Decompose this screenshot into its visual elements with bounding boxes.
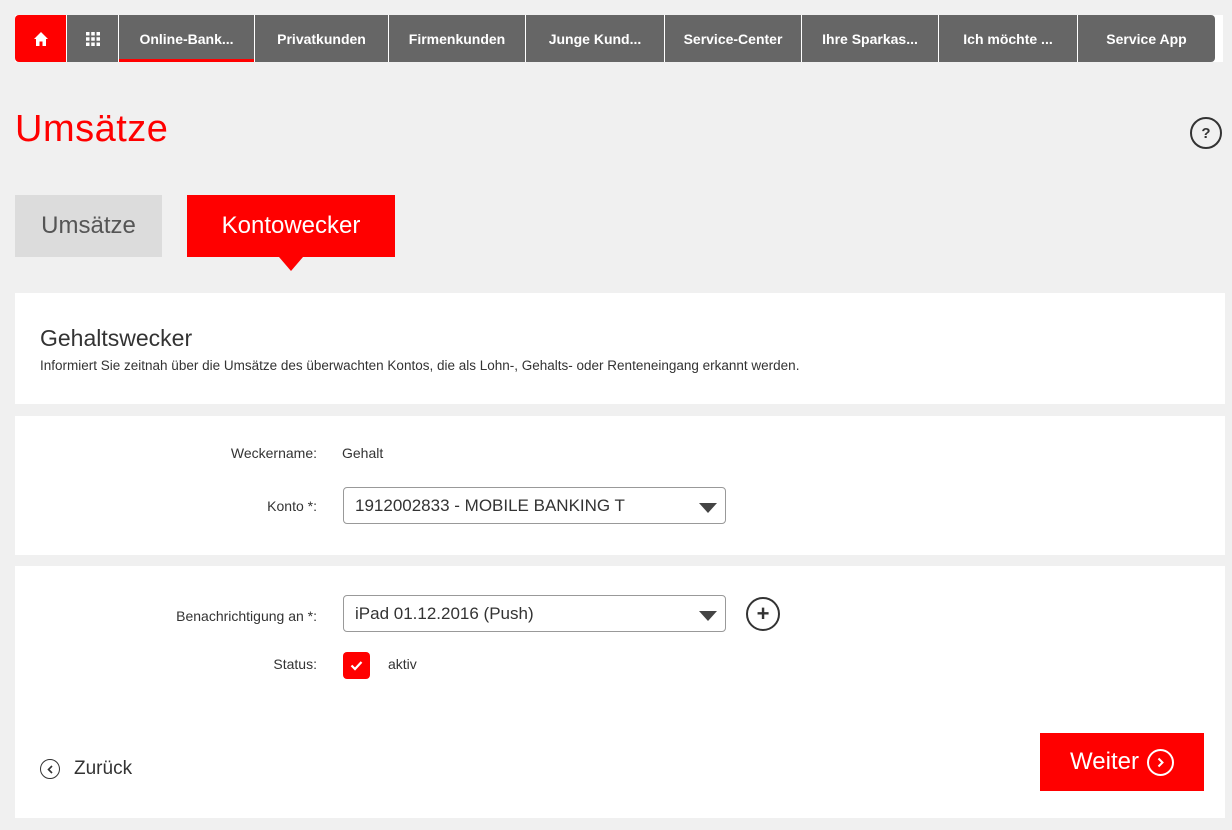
nav-item-ich-moechte[interactable]: Ich möchte ... [939,15,1078,62]
grid-icon [85,31,100,46]
back-label: Zurück [74,758,133,779]
next-button[interactable]: Weiter [1040,733,1204,791]
info-panel: Gehaltswecker Informiert Sie zeitnah übe… [15,293,1225,404]
weckername-value: Gehalt [342,445,384,461]
nav-item-label: Service App [1106,30,1187,47]
konto-select-value: 1912002833 - MOBILE BANKING T [355,495,625,515]
section-description: Informiert Sie zeitnah über die Umsätze … [40,358,800,373]
nav-item-junge-kunden[interactable]: Junge Kund... [526,15,665,62]
tab-label: Umsätze [41,212,136,239]
konto-select[interactable]: 1912002833 - MOBILE BANKING T [343,487,726,524]
nav-item-service-center[interactable]: Service-Center [665,15,802,62]
konto-label: Konto *: [267,498,317,514]
tab-label: Kontowecker [221,212,361,239]
chevron-left-circle-icon [40,759,60,779]
section-title: Gehaltswecker [40,325,193,351]
home-button[interactable] [15,15,67,62]
chevron-down-icon [699,503,717,513]
account-fields-panel: Weckername: Gehalt Konto *: 1912002833 -… [15,416,1225,555]
nav-item-service-app[interactable]: Service App [1078,15,1215,62]
benachrichtigung-label: Benachrichtigung an *: [176,608,317,624]
tab-kontowecker[interactable]: Kontowecker [187,195,395,257]
benachrichtigung-select[interactable]: iPad 01.12.2016 (Push) [343,595,726,632]
add-notification-icon[interactable]: + [746,597,780,631]
back-link[interactable]: Zurück [40,758,132,780]
checkmark-icon [350,661,363,671]
status-value: aktiv [388,656,417,672]
weckername-label: Weckername: [230,445,317,461]
nav-item-label: Ihre Sparkas... [822,30,918,47]
nav-item-label: Privatkunden [277,30,366,47]
help-icon[interactable]: ? [1190,117,1222,149]
nav-item-label: Online-Bank... [139,30,234,47]
nav-item-label: Firmenkunden [408,30,506,47]
page-title: Umsätze [15,108,169,150]
status-label: Status: [273,656,317,672]
nav-item-label: Junge Kund... [548,30,642,47]
nav-item-label: Ich möchte ... [963,30,1053,47]
nav-item-online-banking[interactable]: Online-Bank... [119,15,255,62]
tab-umsaetze[interactable]: Umsätze [15,195,162,257]
notification-panel: Benachrichtigung an *: iPad 01.12.2016 (… [15,566,1225,818]
nav-item-privatkunden[interactable]: Privatkunden [255,15,389,62]
nav-item-ihre-sparkasse[interactable]: Ihre Sparkas... [802,15,939,62]
nav-item-label: Service-Center [683,30,783,47]
active-tab-pointer [279,257,303,271]
nav-item-firmenkunden[interactable]: Firmenkunden [389,15,526,62]
help-glyph: ? [1201,124,1211,142]
apps-grid-button[interactable] [67,15,119,62]
home-icon [33,31,48,46]
chevron-down-icon [699,611,717,621]
next-label: Weiter [1070,748,1139,775]
status-checkbox[interactable] [343,652,370,679]
main-navigation: Online-Bank... Privatkunden Firmenkunden… [15,15,1223,62]
chevron-right-circle-icon [1146,748,1174,776]
benachrichtigung-select-value: iPad 01.12.2016 (Push) [355,603,534,623]
